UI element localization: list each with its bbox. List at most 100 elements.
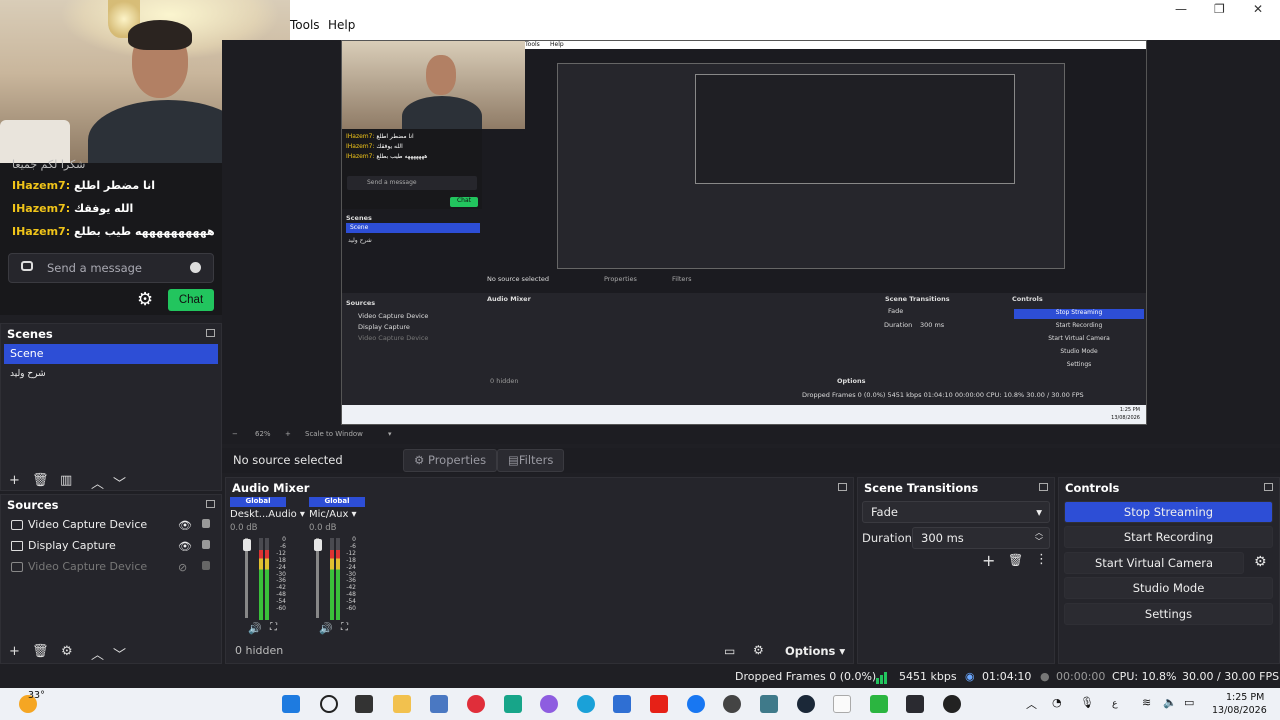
lock-icon[interactable] [202,519,210,528]
fps: 30.00 / 30.00 FPS [1182,670,1280,683]
move-up-icon[interactable]: ︿ [91,473,104,492]
zoom-in-button[interactable]: + [285,430,291,438]
float-icon[interactable] [838,483,847,491]
settings-button[interactable]: Settings [1064,603,1273,625]
lock-icon[interactable] [202,540,210,549]
scale-mode[interactable]: Scale to Window [305,430,363,438]
minimize-button[interactable]: — [1175,2,1187,16]
eye-icon[interactable]: 👁 [178,519,192,532]
lock-icon[interactable] [202,561,210,570]
scene-item[interactable]: شرح وليد [4,366,218,386]
float-icon[interactable] [1264,483,1273,491]
source-settings-gear-icon[interactable]: ⚙ [61,644,73,659]
stream-icon: ◉ [965,670,975,683]
add-source-icon[interactable]: + [9,644,20,659]
facebook-icon[interactable] [687,695,705,713]
scale-mode-chevron-icon[interactable]: ▾ [388,430,392,438]
steam-icon[interactable] [797,695,815,713]
zoom-out-button[interactable]: − [232,430,238,438]
microphone-icon[interactable]: 🎙 [1080,696,1094,709]
channel-name[interactable]: Deskt...Audio ▾ [230,509,305,520]
menu-tools[interactable]: Tools [290,18,320,32]
app-icon[interactable] [504,695,522,713]
add-transition-icon[interactable]: + [982,551,995,570]
obs-icon[interactable] [943,695,961,713]
transition-select[interactable]: Fade ▾ [862,501,1050,523]
maximize-button[interactable]: ❐ [1214,2,1225,16]
db-scale: 0 -6 -12 -18 -24 -30 -36 -42 -48 -54 -60 [276,536,286,613]
transition-menu-icon[interactable]: ⋮ [1035,552,1048,567]
float-icon[interactable] [1039,483,1048,491]
remove-transition-icon[interactable]: 🗑 [1008,553,1023,567]
mixer-settings-icon[interactable]: ⚙ [753,643,764,657]
blank-app-icon[interactable] [833,695,851,713]
volume-slider-handle[interactable] [243,539,251,551]
start-virtual-camera-button[interactable]: Start Virtual Camera [1064,552,1244,574]
speaker-icon[interactable]: 🔊 [248,622,262,635]
volume-icon[interactable]: 🔈 [1163,696,1177,709]
tray-up-icon[interactable]: ︿ [1026,696,1037,712]
stepper-icon[interactable]: ︿ ﹀ [1035,528,1043,546]
clock-time[interactable]: 1:25 PM [1226,692,1264,703]
channel-name[interactable]: Mic/Aux ▾ [309,509,365,520]
sources-dock: Sources Video Capture Device 👁 Display C… [0,494,222,664]
eye-icon[interactable]: 👁 [178,540,192,553]
pinterest-icon[interactable] [467,695,485,713]
chatgpt-icon[interactable] [723,695,741,713]
level-meter [336,550,340,620]
app-icon-3[interactable] [906,695,924,713]
filter-scene-icon[interactable]: ▥ [60,473,72,488]
controls-title: Controls [1065,481,1120,495]
copilot-icon[interactable] [540,695,558,713]
clock-date[interactable]: 13/08/2026 [1212,705,1267,716]
move-down-icon[interactable]: ﹀ [113,644,126,663]
stop-streaming-button[interactable]: Stop Streaming [1064,501,1273,523]
studio-mode-button[interactable]: Studio Mode [1064,577,1273,599]
global-badge: Global [309,497,365,507]
start-icon[interactable] [282,695,300,713]
float-icon[interactable] [206,329,215,337]
chat-send-button[interactable]: Chat [168,289,214,311]
close-button[interactable]: ✕ [1253,2,1263,16]
outlook-icon[interactable] [613,695,631,713]
channel-props-icon[interactable]: ⛶ [270,622,277,633]
mixer-layout-icon[interactable]: ▭ [724,644,735,658]
app-icon-2[interactable] [760,695,778,713]
move-up-icon[interactable]: ︿ [91,644,104,663]
battery-icon[interactable]: ▭ [1184,696,1194,709]
preview-canvas[interactable]: Tools Help IHazem7: انا مضطر اطلع IHazem… [341,40,1147,425]
duration-input[interactable]: 300 ms ︿ ﹀ [912,527,1050,549]
virtual-camera-gear-icon[interactable]: ⚙ [1254,554,1267,570]
youtube-icon[interactable] [650,695,668,713]
menu-help[interactable]: Help [328,18,355,32]
search-icon[interactable] [320,695,338,713]
tray-app-icon[interactable]: ◔ [1052,696,1062,709]
edge-icon[interactable] [577,695,595,713]
eye-hidden-icon[interactable]: ⊘ [178,561,187,574]
chat-settings-gear-icon[interactable]: ⚙ [137,291,153,309]
add-scene-icon[interactable]: + [9,473,20,488]
properties-button[interactable]: ⚙ Properties [403,449,498,472]
language-icon[interactable]: ع [1112,698,1118,709]
source-item[interactable]: Video Capture Device ⊘ [4,557,218,577]
speaker-icon[interactable]: 🔊 [319,622,333,635]
source-item[interactable]: Display Capture 👁 [4,536,218,556]
calculator-icon[interactable] [430,695,448,713]
volume-slider-handle[interactable] [314,539,322,551]
scene-item[interactable]: Scene [4,344,218,364]
start-recording-button[interactable]: Start Recording [1064,526,1273,548]
wifi-icon[interactable]: ≋ [1142,696,1151,709]
task-view-icon[interactable] [355,695,373,713]
chat-message-input[interactable]: Send a message [8,253,214,283]
source-item[interactable]: Video Capture Device 👁 [4,515,218,535]
float-icon[interactable] [206,500,215,508]
filters-button[interactable]: ▤Filters [497,449,565,472]
file-explorer-icon[interactable] [393,695,411,713]
options-button[interactable]: Options ▾ [785,644,845,658]
move-down-icon[interactable]: ﹀ [113,473,126,492]
remove-source-icon[interactable]: 🗑 [32,644,49,659]
channel-props-icon[interactable]: ⛶ [341,622,348,633]
kick-icon[interactable] [870,695,888,713]
remove-scene-icon[interactable]: 🗑 [32,473,49,488]
emoji-icon[interactable] [190,262,201,273]
